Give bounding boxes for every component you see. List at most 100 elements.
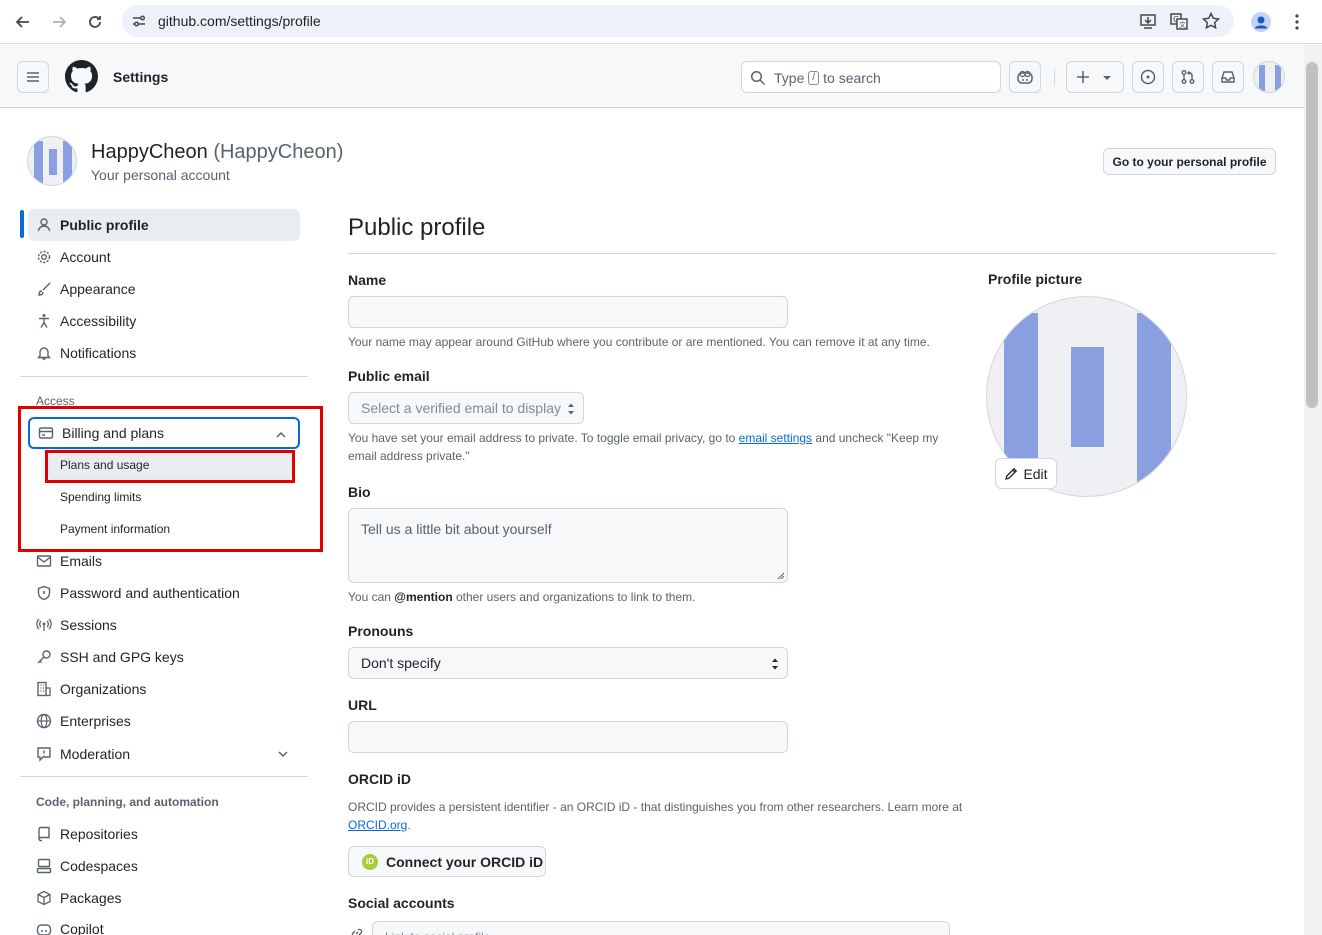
identicon-icon [1259,65,1281,91]
sidebar-item-notifications[interactable]: Notifications [28,337,300,369]
report-icon [36,746,52,762]
site-info-icon[interactable] [130,12,148,30]
search-placeholder-rest: to search [823,70,881,86]
name-note: Your name may appear around GitHub where… [348,335,930,349]
pencil-icon [1005,467,1018,480]
bookmark-star-icon[interactable] [1201,11,1221,31]
sidebar-item-copilot[interactable]: Copilot [28,913,300,935]
search-placeholder-type: Type [774,70,805,86]
header-divider [1054,69,1055,85]
public-email-select[interactable]: Select a verified email to display [348,392,584,424]
sidebar-item-label: Public profile [60,217,149,233]
profile-picture-label: Profile picture [988,271,1083,287]
pull-requests-icon[interactable] [1172,61,1204,93]
sidebar-item-label: Accessibility [60,313,137,329]
pronouns-select[interactable]: Don't specify [348,647,788,679]
back-icon[interactable] [10,9,36,35]
orcid-note-period: . [407,818,411,832]
resize-handle-icon[interactable] [777,572,785,580]
browser-menu-icon[interactable] [1283,8,1311,36]
sidebar-item-organizations[interactable]: Organizations [28,673,300,705]
bio-label: Bio [348,484,371,500]
translate-icon[interactable]: G文 [1169,11,1189,31]
sidebar-item-moderation[interactable]: Moderation [28,738,300,770]
sidebar-item-codespaces[interactable]: Codespaces [28,850,300,882]
sidebar-item-account[interactable]: Account [28,241,300,273]
sidebar-divider [20,776,308,777]
email-note-text: and uncheck "Keep my [815,431,939,445]
sidebar-item-repositories[interactable]: Repositories [28,818,300,850]
paintbrush-icon [36,281,52,297]
bio-textarea[interactable]: Tell us a little bit about yourself [348,508,788,583]
person-icon [36,217,52,233]
sidebar-item-password[interactable]: Password and authentication [28,577,300,609]
sidebar-item-label: Appearance [60,281,136,297]
bio-note-text: You can [348,590,391,604]
install-app-icon[interactable] [1138,11,1158,31]
sidebar-item-enterprises[interactable]: Enterprises [28,705,300,737]
search-icon [750,70,766,86]
reload-icon[interactable] [82,9,108,35]
sidebar-divider [20,376,308,377]
copilot-icon[interactable] [1009,61,1041,93]
public-email-label: Public email [348,368,430,384]
sidebar-item-label: Packages [60,890,122,906]
identicon-icon [34,141,72,183]
scrollbar-thumb[interactable] [1306,62,1318,408]
sidebar-item-emails[interactable]: Emails [28,545,300,577]
menu-icon[interactable] [17,61,49,93]
address-bar[interactable]: github.com/settings/profile G文 [122,5,1234,37]
email-note-text: email address private." [348,449,470,463]
page-title: Public profile [348,214,486,241]
package-icon [36,890,52,906]
connect-orcid-button[interactable]: iD Connect your ORCID iD [348,846,546,877]
name-label: Name [348,272,387,288]
user-avatar[interactable] [1253,61,1285,93]
name-field[interactable] [348,296,788,328]
chevron-down-icon [278,751,288,758]
sidebar-item-sessions[interactable]: Sessions [28,609,300,641]
bell-icon [36,345,52,361]
sidebar-item-label: Password and authentication [60,585,240,601]
issues-icon[interactable] [1132,61,1164,93]
orcid-note-text: ORCID provides a persistent identifier -… [348,800,963,814]
email-privacy-note: You have set your email address to priva… [348,429,948,465]
globe-icon [36,713,52,729]
sidebar-item-public-profile[interactable]: Public profile [28,209,300,241]
svg-text:文: 文 [1179,20,1186,29]
inbox-icon[interactable] [1212,61,1244,93]
sidebar-item-packages[interactable]: Packages [28,882,300,914]
key-icon [36,649,52,665]
edit-profile-picture-button[interactable]: Edit [995,458,1057,489]
sidebar-item-appearance[interactable]: Appearance [28,273,300,305]
search-input[interactable]: Type / to search [741,61,1001,93]
sidebar-item-label: Copilot [60,921,104,935]
github-logo-icon[interactable] [65,60,98,93]
sidebar-item-label: Enterprises [60,713,131,729]
codespaces-icon [36,858,52,874]
create-new-button[interactable] [1066,61,1124,93]
go-to-profile-button[interactable]: Go to your personal profile [1103,148,1276,175]
sidebar-item-accessibility[interactable]: Accessibility [28,305,300,337]
select-arrows-icon [772,658,778,670]
profile-icon[interactable] [1247,8,1275,36]
social-account-field[interactable]: Link to social profile [372,921,950,935]
email-settings-link[interactable]: email settings [739,431,812,445]
url-label: URL [348,697,377,713]
orcid-link[interactable]: ORCID.org [348,818,407,832]
url-field[interactable] [348,721,788,753]
sidebar-item-label: Codespaces [60,858,138,874]
display-name: HappyCheon [91,141,208,163]
forward-icon[interactable] [46,9,72,35]
orcid-logo-icon: iD [362,853,378,870]
annotation-highlight-inner [45,450,295,483]
sidebar-item-ssh-gpg[interactable]: SSH and GPG keys [28,641,300,673]
sidebar-item-label: Account [60,249,111,265]
social-accounts-label: Social accounts [348,895,455,911]
sidebar-item-label: Sessions [60,617,117,633]
sidebar-heading-code: Code, planning, and automation [36,795,219,809]
broadcast-icon [36,617,52,633]
active-indicator [20,210,24,238]
sidebar-item-label: Repositories [60,826,138,842]
organization-icon [36,681,52,697]
